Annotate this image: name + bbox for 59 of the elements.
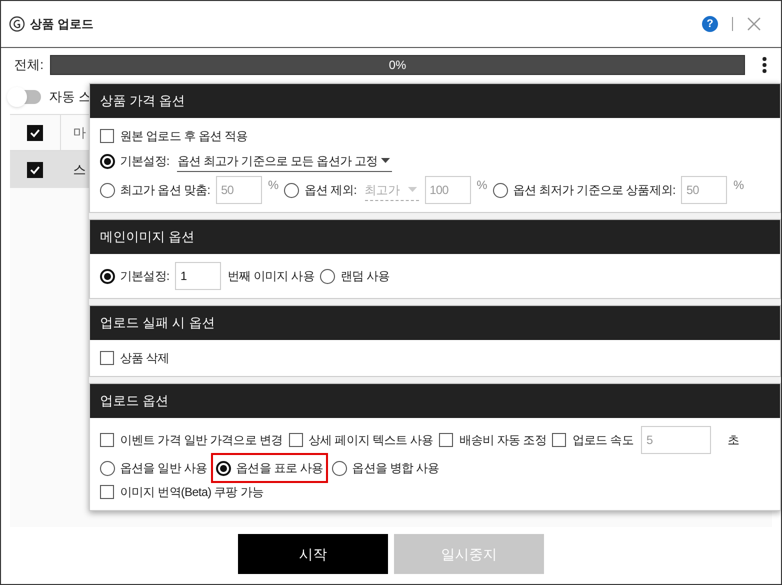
checkbox[interactable]: [100, 485, 114, 499]
checkbox[interactable]: [27, 124, 43, 140]
caret-icon: [381, 158, 390, 163]
radio-label: 최고가 옵션 맞춤:: [120, 182, 210, 199]
section-header: 메인이미지 옵션: [90, 220, 780, 254]
checkbox[interactable]: [552, 433, 566, 447]
radio-label: 기본설정:: [120, 153, 170, 170]
table-cell-text: 스: [73, 160, 86, 179]
radio-label: 랜덤 사용: [340, 268, 390, 285]
radio-button[interactable]: [100, 268, 115, 284]
radio-label: 옵션을 표로 사용: [236, 460, 324, 477]
checkbox-label: 상품 삭제: [120, 350, 170, 367]
check-icon: [29, 164, 41, 176]
radio-button[interactable]: [332, 460, 348, 476]
start-button[interactable]: 시작: [238, 534, 388, 574]
checkbox-label: 원본 업로드 후 옵션 적용: [120, 128, 248, 145]
unit-label: %: [268, 177, 278, 194]
radio-button[interactable]: [100, 182, 115, 198]
checkbox-label: 이미지 번역(Beta) 쿠팡 가능: [120, 484, 264, 501]
section-header: 업로드 실패 시 옵션: [90, 306, 780, 340]
checkbox-label: 배송비 자동 조정: [459, 432, 546, 449]
check-icon: [29, 126, 41, 138]
radio-button[interactable]: [100, 154, 115, 168]
dropdown[interactable]: 옵션 최고가 기준으로 모든 옵션가 고정: [177, 150, 392, 172]
radio-label: 옵션 최저가 기준으로 상품제외:: [512, 182, 676, 199]
toggle-switch[interactable]: [9, 90, 41, 104]
checkbox[interactable]: [27, 162, 43, 178]
more-icon[interactable]: [762, 56, 767, 74]
radio-button[interactable]: [284, 182, 300, 198]
checkbox[interactable]: [100, 351, 114, 365]
help-button[interactable]: ?: [702, 16, 718, 32]
column-header: 마: [73, 124, 86, 142]
unit-label: %: [733, 177, 744, 194]
checkbox[interactable]: [288, 433, 303, 447]
section-header: 업로드 옵션: [90, 384, 780, 418]
radio-label: 기본설정:: [120, 268, 170, 285]
checkbox-label: 업로드 속도: [572, 432, 634, 449]
checkbox[interactable]: [439, 433, 454, 447]
window-title: 상품 업로드: [30, 16, 94, 33]
radio-label: 옵션을 일반 사용: [120, 460, 208, 477]
checkbox-label: 상세 페이지 텍스트 사용: [308, 432, 434, 449]
radio-button[interactable]: [320, 268, 336, 284]
radio-button[interactable]: [492, 182, 508, 198]
unit-label: %: [476, 177, 487, 194]
close-button[interactable]: [747, 17, 761, 31]
unit-label: 번째 이미지 사용: [227, 268, 314, 285]
app-logo-icon: [9, 16, 25, 32]
progress-text: 0%: [388, 57, 406, 74]
unit-label: 초: [727, 432, 739, 449]
radio-label: 옵션을 병합 사용: [352, 460, 440, 477]
radio-label: 옵션 제외:: [304, 182, 357, 199]
checkbox[interactable]: [100, 129, 114, 143]
section-header: 상품 가격 옵션: [90, 84, 780, 118]
checkbox[interactable]: [100, 433, 114, 447]
radio-button[interactable]: [216, 460, 232, 476]
input-field[interactable]: 1: [175, 262, 222, 290]
radio-button[interactable]: [100, 460, 115, 476]
progress-label: 전체:: [14, 56, 45, 74]
checkbox-label: 이벤트 가격 일반 가격으로 변경: [120, 432, 283, 449]
